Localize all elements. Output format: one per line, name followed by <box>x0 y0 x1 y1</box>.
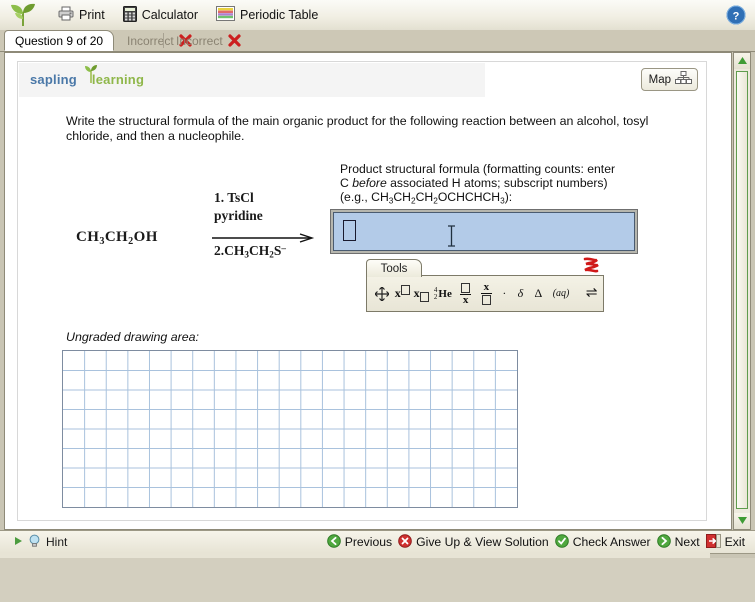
check-answer-label: Check Answer <box>572 535 651 549</box>
map-button[interactable]: Map <box>640 68 698 91</box>
hint-label: Hint <box>46 535 68 549</box>
answer-prompt-emphasis: before <box>352 176 387 190</box>
reagent-top: 1. TsCl pyridine <box>210 189 318 225</box>
reagent-bottom: 2.CH3CH2S– <box>214 243 286 260</box>
check-answer-button[interactable]: Check Answer <box>554 533 651 551</box>
red-ribbon-icon <box>581 257 601 275</box>
calculator-icon <box>122 5 137 25</box>
tools-tab[interactable]: Tools <box>366 259 422 277</box>
question-card: sapling learning Map Write the structura… <box>17 61 707 521</box>
drawing-area-label: Ungraded drawing area: <box>66 330 199 344</box>
scroll-down-button[interactable] <box>734 513 750 529</box>
reaction-arrow-group: 1. TsCl pyridine 2.CH3CH2S– <box>210 187 318 267</box>
periodic-table-button[interactable]: Periodic Table <box>215 6 319 24</box>
aqueous-tool[interactable]: (aq) <box>548 281 574 307</box>
scrollbar-thumb[interactable] <box>736 71 748 509</box>
text-cursor-icon <box>447 225 456 247</box>
tab-question-9[interactable]: Question 9 of 20 <box>4 30 115 51</box>
green-back-icon <box>326 533 341 551</box>
answer-prompt-line2b: associated H atoms; subscript <box>386 176 553 190</box>
scroll-up-button[interactable] <box>734 53 750 69</box>
answer-input-frame <box>330 209 638 254</box>
bottom-bar: Hint Previous Give Up & View Solution Ch… <box>0 530 755 554</box>
grid-lines <box>63 351 517 507</box>
site-map-icon <box>675 71 692 88</box>
green-down-arrow-icon <box>737 514 748 528</box>
hint-button[interactable]: Hint <box>14 534 67 551</box>
fraction-numerator-tool[interactable]: x <box>455 281 476 307</box>
isotope-tool[interactable]: 4 2 He <box>431 281 456 307</box>
calculator-button[interactable]: Calculator <box>122 5 198 25</box>
green-triangle-icon <box>14 535 23 549</box>
equilibrium-tool[interactable]: ⇌ <box>580 281 603 307</box>
arrow-icon <box>212 232 316 243</box>
give-up-button[interactable]: Give Up & View Solution <box>398 533 549 551</box>
tab-incorrect-2[interactable]: Incorrect <box>166 30 251 51</box>
red-exit-icon <box>705 533 721 551</box>
sapling-leaf-icon <box>6 2 40 28</box>
dot-tool-label: · <box>502 286 507 300</box>
nav-buttons: Previous Give Up & View Solution Check A… <box>326 531 751 553</box>
lightbulb-icon <box>28 534 41 551</box>
green-up-arrow-icon <box>737 54 748 68</box>
delta-tool[interactable]: δ <box>512 281 529 307</box>
triangle-tool[interactable]: Δ <box>529 281 548 307</box>
svg-text:?: ? <box>733 11 740 23</box>
brand-word-1: sapling <box>30 72 77 87</box>
give-up-label: Give Up & View Solution <box>416 535 549 549</box>
print-label: Print <box>79 8 105 22</box>
printer-icon <box>58 6 74 24</box>
answer-prompt: Product structural formula (formatting c… <box>340 162 616 206</box>
periodic-table-label: Periodic Table <box>239 8 319 22</box>
tools-buttons: x x 4 2 He x x · δ Δ (aq) ⇌ <box>366 275 604 312</box>
drawing-grid[interactable] <box>62 350 518 508</box>
answer-input[interactable] <box>333 212 635 251</box>
triangle-tool-label: Δ <box>534 286 543 300</box>
delta-tool-label: δ <box>517 286 524 300</box>
exit-button[interactable]: Exit <box>705 533 745 551</box>
tab-divider <box>163 33 164 48</box>
sapling-sprout-icon <box>82 63 100 83</box>
sapling-learning-logo: sapling learning <box>30 65 144 87</box>
green-forward-icon <box>656 533 671 551</box>
red-x-circle-icon <box>398 533 412 551</box>
help-globe-icon[interactable]: ? <box>725 4 747 26</box>
map-label: Map <box>648 73 671 86</box>
fraction-denominator-tool[interactable]: x <box>476 281 497 307</box>
reactant-formula: CH3CH2OH <box>76 229 158 247</box>
red-x-icon <box>228 34 241 47</box>
top-toolbar: Print Calculator Periodic Table ? <box>0 0 755 31</box>
question-page: sapling learning Map Write the structura… <box>4 52 732 530</box>
reagent-top-line2: pyridine <box>214 208 263 223</box>
answer-caret-placeholder <box>343 220 356 241</box>
dot-tool[interactable]: · <box>497 281 512 307</box>
tab-active-label: Question 9 of 20 <box>15 33 104 48</box>
previous-label: Previous <box>344 535 393 549</box>
superscript-tool[interactable]: x <box>393 281 412 307</box>
reagent-top-line1: 1. TsCl <box>214 190 254 205</box>
green-check-icon <box>554 533 569 551</box>
vertical-scrollbar[interactable] <box>733 52 751 530</box>
tab-incorrect-2-label: Incorrect <box>176 33 223 48</box>
next-button[interactable]: Next <box>656 533 700 551</box>
reaction-scheme: CH3CH2OH 1. TsCl pyridine 2.CH3CH2S– <box>63 187 323 267</box>
aqueous-tool-label: (aq) <box>552 288 570 299</box>
previous-button[interactable]: Previous <box>326 533 393 551</box>
tools-panel: Tools x x 4 2 He x x · δ Δ (aq) ⇌ <box>366 257 604 312</box>
periodic-table-icon <box>215 6 235 24</box>
exit-label: Exit <box>724 535 745 549</box>
desktop-background <box>0 558 755 602</box>
tools-title: Tools <box>380 262 408 275</box>
next-label: Next <box>674 535 700 549</box>
calculator-label: Calculator <box>141 8 198 22</box>
subscript-tool[interactable]: x <box>412 281 431 307</box>
move-tool[interactable] <box>372 281 393 307</box>
tab-strip: Question 9 of 20 Incorrect Incorrect <box>0 30 755 52</box>
equilibrium-tool-label: ⇌ <box>585 286 598 301</box>
answer-prompt-line1: Product structural formula (formatting c… <box>340 162 584 176</box>
question-text: Write the structural formula of the main… <box>66 114 649 143</box>
print-button[interactable]: Print <box>58 6 105 24</box>
